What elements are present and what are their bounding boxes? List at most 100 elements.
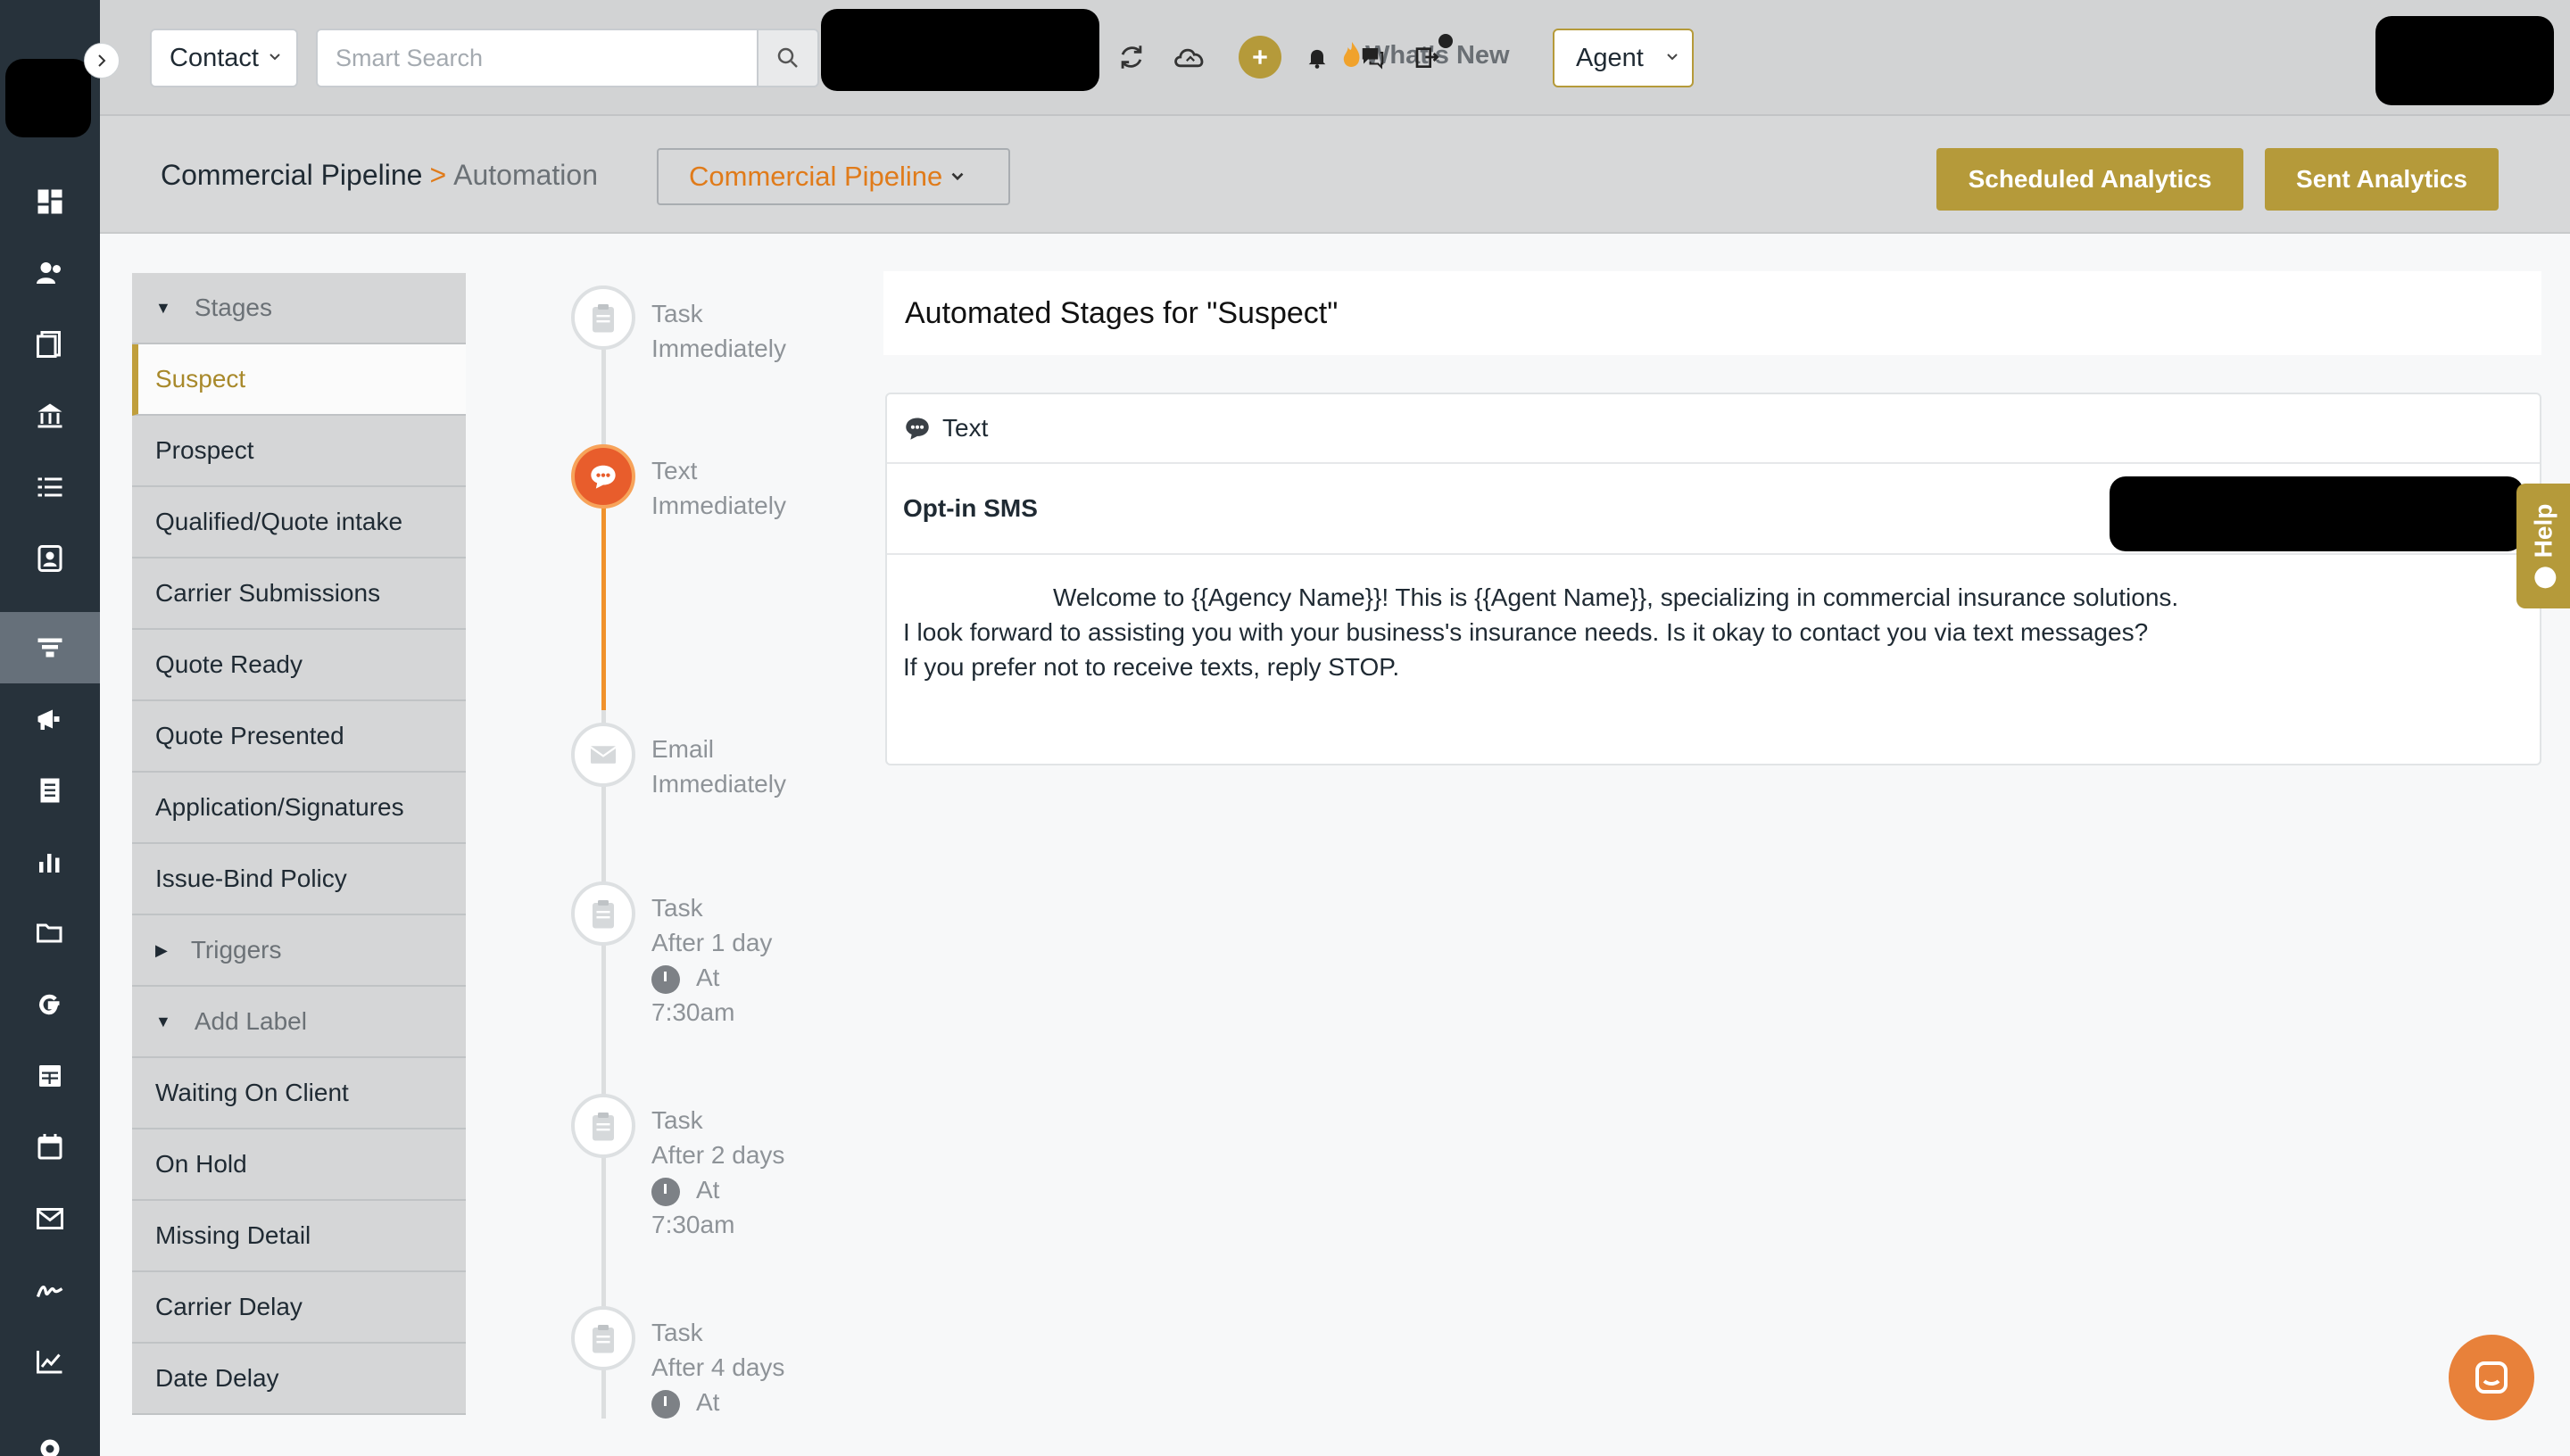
nav-pipeline[interactable] [0,612,100,683]
label-item[interactable]: Waiting On Client [132,1058,466,1129]
stage-item[interactable]: Issue-Bind Policy [132,844,466,915]
nav-forms[interactable] [0,1040,100,1112]
timeline-node-task[interactable] [571,1306,635,1370]
stages-section-toggle[interactable]: ▼ Stages [132,273,466,344]
step-time: 7:30am [651,1211,735,1238]
nav-dashboard[interactable] [0,166,100,237]
expand-sidebar-button[interactable] [84,43,120,79]
action-name-row: Opt-in SMS [887,464,2540,555]
help-tab[interactable]: Help [2516,484,2570,608]
redacted-action-controls[interactable] [2110,476,2524,551]
pipeline-select[interactable]: Commercial Pipeline [657,148,1010,205]
step-type: Email [651,735,715,763]
nav-signature[interactable] [0,1254,100,1326]
chat-icon [1362,48,1384,70]
exit-icon [1415,47,1439,68]
stage-item[interactable]: Carrier Submissions [132,558,466,630]
quick-add-button[interactable] [1239,36,1281,79]
label-item[interactable]: Date Delay [132,1344,466,1415]
cloud-sync-button[interactable] [1169,36,1212,79]
message-line: I look forward to assisting you with you… [903,618,2149,646]
nav-google[interactable] [0,969,100,1040]
logout-button[interactable] [1406,34,1453,79]
help-label: Help [2529,504,2558,589]
scheduled-analytics-button[interactable]: Scheduled Analytics [1936,148,2243,211]
nav-files[interactable] [0,898,100,969]
bell-icon [1308,49,1326,69]
label-item[interactable]: Missing Detail [132,1201,466,1272]
funnel-icon [37,638,62,658]
nav-contact-card[interactable] [0,523,100,594]
nav-analytics[interactable] [0,826,100,898]
notifications-button[interactable] [1296,36,1339,79]
search-button[interactable] [757,29,819,87]
redacted-block [821,9,1099,91]
stage-title-card: Automated Stages for "Suspect" [883,271,2541,355]
stage-item[interactable]: Prospect [132,416,466,487]
timeline-step-label: Task After 2 days At 7:30am [651,1103,784,1242]
messages-button[interactable] [1351,36,1394,79]
labels-section-toggle[interactable]: ▼ Add Label [132,987,466,1058]
clipboard-icon [593,304,614,333]
caret-down-icon: ▼ [155,1012,171,1030]
stage-item[interactable]: Qualified/Quote intake [132,487,466,558]
agent-select[interactable]: Agent [1553,29,1694,87]
timeline-node-email[interactable] [571,723,635,787]
timeline-step-label: Task Immediately [651,296,786,366]
smart-search-input[interactable]: Smart Search [316,29,759,87]
table-icon [39,1065,61,1087]
caret-down-icon: ▼ [155,298,171,317]
stage-item[interactable]: Quote Ready [132,630,466,701]
sent-analytics-button[interactable]: Sent Analytics [2265,148,2499,211]
app-logo[interactable] [5,59,91,137]
contact-type-label: Contact [170,43,259,72]
stage-item[interactable]: Quote Presented [132,701,466,773]
left-nav-rail [0,0,120,1456]
refresh-button[interactable] [1110,36,1153,79]
breadcrumb: Commercial Pipeline > Automation [161,159,598,192]
breadcrumb-pipeline[interactable]: Commercial Pipeline [161,159,422,192]
chevron-right-icon [98,54,106,67]
nav-reports[interactable] [0,755,100,826]
timeline-node-task[interactable] [571,1094,635,1158]
nav-settings[interactable] [0,1413,100,1456]
message-line: Welcome to {{Agency Name}}! This is {{Ag… [1053,583,2179,611]
contact-type-select[interactable]: Contact [150,29,298,87]
triggers-heading: Triggers [190,936,282,964]
step-at: At [696,1388,720,1416]
label-item[interactable]: Carrier Delay [132,1272,466,1344]
nav-documents[interactable] [0,309,100,380]
nav-carriers[interactable] [0,380,100,451]
caret-right-icon: ▶ [155,940,168,959]
stage-item[interactable]: Suspect [132,344,466,416]
timeline-node-task[interactable] [571,881,635,946]
triggers-section-toggle[interactable]: ▶ Triggers [132,915,466,987]
timeline-step-label: Task After 1 day At 7:30am [651,890,772,1030]
nav-trends[interactable] [0,1326,100,1397]
cloud-sync-icon [1174,48,1204,68]
chat-launcher-button[interactable] [2449,1335,2534,1420]
timeline-node-text[interactable] [571,444,635,509]
label-item[interactable]: On Hold [132,1129,466,1201]
nav-lists[interactable] [0,451,100,523]
chevron-down-icon [951,172,964,181]
clock-icon [651,1177,680,1206]
search-placeholder: Smart Search [336,44,484,71]
nav-contacts[interactable] [0,237,100,309]
nav-calendar[interactable] [0,1112,100,1183]
google-icon [39,994,60,1015]
step-type: Task [651,1106,703,1134]
notification-dot [1438,34,1453,48]
step-type: Text [651,457,698,484]
step-timing: Immediately [651,492,786,519]
automation-action-card: Text Opt-in SMS Welcome to {{Agency Name… [885,393,2541,765]
clock-icon [651,964,680,994]
timeline-node-task[interactable] [571,285,635,350]
report-icon [40,778,60,803]
redacted-profile[interactable] [2375,16,2554,105]
action-card-header: Text [887,394,2540,464]
nav-mail[interactable] [0,1183,100,1254]
stage-item[interactable]: Application/Signatures [132,773,466,844]
nav-campaigns[interactable] [0,683,100,755]
stages-heading: Stages [194,294,272,321]
